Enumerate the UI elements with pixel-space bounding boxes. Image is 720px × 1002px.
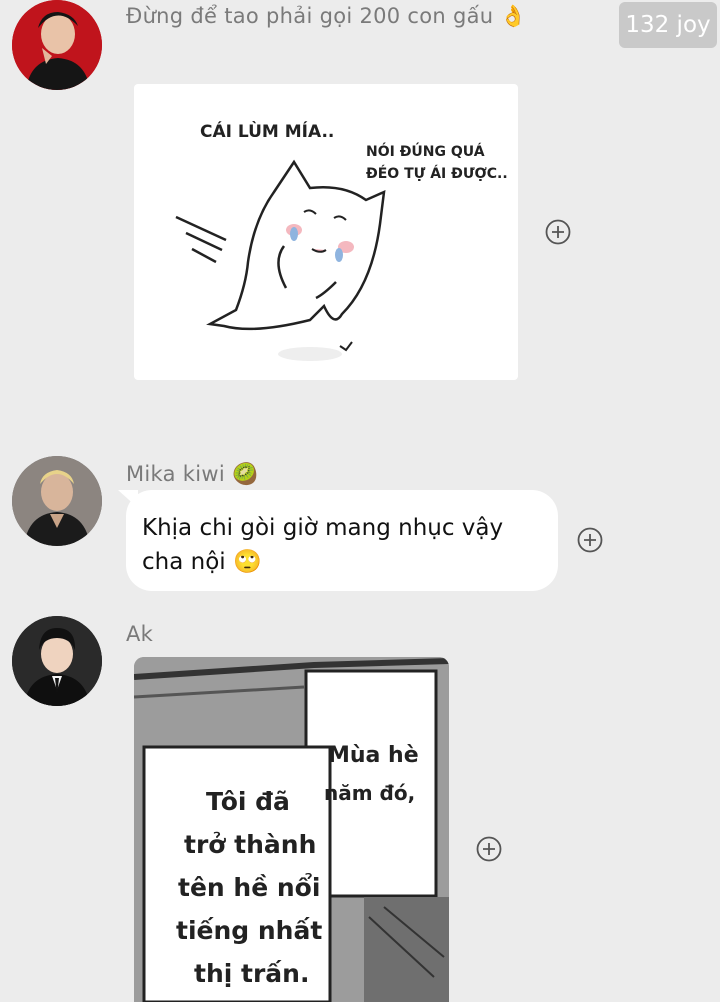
sender-name: Đừng để tao phải gọi 200 con gấu 👌	[126, 4, 527, 28]
message-bubble[interactable]: Khịa chi gòi giờ mang nhục vậy cha nội 🙄	[126, 490, 558, 591]
manga-caption-box2-line1: Tôi đã	[206, 787, 290, 816]
message-text-line-1: Khịa chi gòi giờ mang nhục vậy	[142, 515, 504, 541]
avatar-user-2[interactable]	[12, 456, 102, 546]
avatar-image	[12, 0, 102, 90]
sticker-caption-2: NÓI ĐÚNG QUÁ	[366, 144, 485, 160]
sticker-image[interactable]: CÁI LÙM MÍA.. NÓI ĐÚNG QUÁ ĐÉO TỰ ÁI ĐƯỢ…	[134, 84, 518, 380]
sticker-caption-1: CÁI LÙM MÍA..	[200, 122, 335, 142]
plus-circle-icon	[577, 527, 603, 553]
add-reaction-button[interactable]	[476, 836, 502, 862]
plus-circle-icon	[545, 219, 571, 245]
add-reaction-button[interactable]	[577, 527, 603, 553]
sender-name: Mika kiwi 🥝	[126, 462, 259, 486]
avatar-user-3[interactable]	[12, 616, 102, 706]
avatar-image	[12, 456, 102, 546]
message-text-line-2: cha nội 🙄	[142, 549, 262, 575]
manga-image[interactable]: Mùa hè năm đó, Tôi đã trở thành tên hề n…	[134, 657, 449, 1002]
add-reaction-button[interactable]	[545, 219, 571, 245]
manga-caption-box2-line3: tên hề nổi	[178, 873, 321, 902]
plus-circle-icon	[476, 836, 502, 862]
avatar-image	[12, 616, 102, 706]
manga-caption-box2-line5: thị trấn.	[194, 959, 310, 988]
manga-caption-box2-line2: trở thành	[184, 830, 317, 859]
manga-caption-box1-line1: Mùa hè	[328, 743, 419, 768]
reaction-count-badge[interactable]: 132 joy	[619, 2, 717, 48]
avatar-user-1[interactable]	[12, 0, 102, 90]
sender-name: Ak	[126, 622, 154, 646]
manga-caption-box1-line2: năm đó,	[324, 781, 416, 805]
sticker-caption-3: ĐÉO TỰ ÁI ĐƯỢC..	[366, 166, 508, 182]
manga-caption-box2-line4: tiếng nhất	[176, 916, 323, 945]
